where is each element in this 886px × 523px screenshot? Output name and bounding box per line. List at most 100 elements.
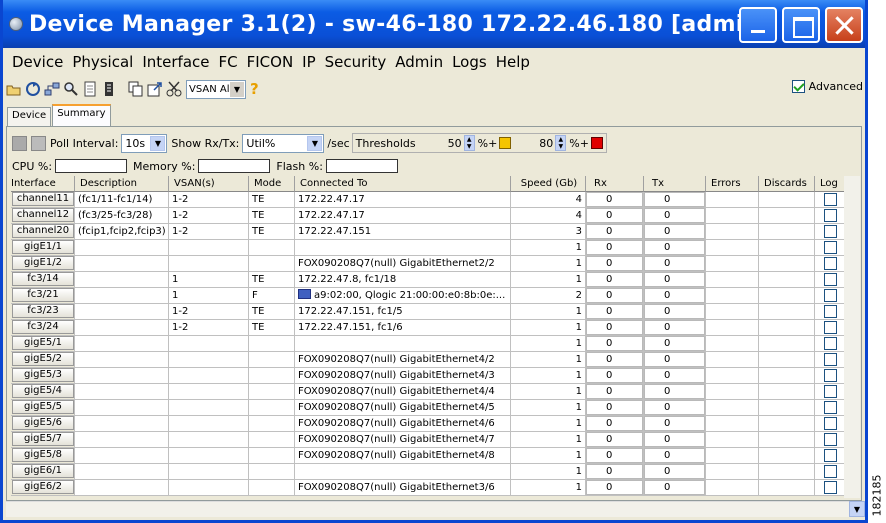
description-cell[interactable] [75, 272, 169, 288]
description-cell[interactable] [75, 416, 169, 432]
col-interface[interactable]: Interface [11, 176, 75, 192]
log-checkbox[interactable] [824, 241, 837, 254]
log-checkbox[interactable] [824, 465, 837, 478]
table-row[interactable]: fc3/23 1-2 TE 172.22.47.151, fc1/5 1 0 0 [11, 304, 847, 320]
interface-button[interactable]: gigE5/2 [12, 352, 74, 366]
description-cell[interactable] [75, 304, 169, 320]
description-cell[interactable]: (fcip1,fcip2,fcip3) [75, 224, 169, 240]
threshold1-color-swatch[interactable] [499, 137, 512, 149]
vsan-cell[interactable] [169, 448, 249, 464]
description-cell[interactable] [75, 368, 169, 384]
table-row[interactable]: channel11 (fc1/11-fc1/14) 1-2 TE 172.22.47.1… [11, 192, 847, 208]
log-checkbox[interactable] [824, 225, 837, 238]
log-checkbox[interactable] [824, 337, 837, 350]
vsan-cell[interactable]: 1-2 [169, 224, 249, 240]
tools-icon[interactable] [166, 81, 182, 97]
description-cell[interactable]: (fc1/11-fc1/14) [75, 192, 169, 208]
interface-button[interactable]: gigE6/1 [12, 464, 74, 478]
description-cell[interactable] [75, 400, 169, 416]
interface-button[interactable]: gigE5/5 [12, 400, 74, 414]
vsan-cell[interactable] [169, 336, 249, 352]
log-checkbox[interactable] [824, 257, 837, 270]
description-cell[interactable] [75, 432, 169, 448]
log-checkbox[interactable] [824, 209, 837, 222]
menu-ip[interactable]: IP [302, 53, 315, 71]
threshold2-spinner[interactable]: ▲ ▼ [555, 135, 567, 151]
table-row[interactable]: gigE5/1 1 0 0 [11, 336, 847, 352]
col-mode[interactable]: Mode [249, 176, 295, 192]
vsan-cell[interactable] [169, 384, 249, 400]
col-errors[interactable]: Errors [706, 176, 759, 192]
vsan-cell[interactable] [169, 256, 249, 272]
menu-help[interactable]: Help [496, 53, 530, 71]
col-connected-to[interactable]: Connected To [295, 176, 511, 192]
log-checkbox[interactable] [824, 369, 837, 382]
vsan-cell[interactable]: 1-2 [169, 208, 249, 224]
interface-button[interactable]: gigE5/1 [12, 336, 74, 350]
vsan-cell[interactable] [169, 416, 249, 432]
table-row[interactable]: gigE5/7 FOX090208Q7(null) GigabitEthernet… [11, 432, 847, 448]
vsan-cell[interactable] [169, 464, 249, 480]
description-cell[interactable] [75, 480, 169, 496]
table-row[interactable]: gigE1/1 1 0 0 [11, 240, 847, 256]
vsan-cell[interactable] [169, 400, 249, 416]
refresh-icon[interactable] [25, 81, 41, 97]
menu-interface[interactable]: Interface [142, 53, 209, 71]
vsan-cell[interactable]: 1-2 [169, 320, 249, 336]
log-checkbox[interactable] [824, 273, 837, 286]
vsan-cell[interactable]: 1-2 [169, 192, 249, 208]
col-vsans[interactable]: VSAN(s) [169, 176, 249, 192]
interface-button[interactable]: channel11 [12, 192, 74, 206]
table-row[interactable]: gigE5/5 FOX090208Q7(null) GigabitEthernet… [11, 400, 847, 416]
table-row[interactable]: gigE6/1 1 0 0 [11, 464, 847, 480]
maximize-button[interactable] [782, 7, 820, 43]
threshold1-spinner[interactable]: ▲ ▼ [463, 135, 475, 151]
description-cell[interactable] [75, 320, 169, 336]
col-discards[interactable]: Discards [759, 176, 815, 192]
log-checkbox[interactable] [824, 305, 837, 318]
table-row[interactable]: gigE1/2 FOX090208Q7(null) GigabitEthernet… [11, 256, 847, 272]
col-speed[interactable]: Speed (Gb) [511, 176, 586, 192]
description-cell[interactable] [75, 288, 169, 304]
title-bar[interactable]: Device Manager 3.1(2) - sw-46-180 172.22… [3, 0, 865, 48]
col-description[interactable]: Description [75, 176, 169, 192]
log-checkbox[interactable] [824, 353, 837, 366]
interface-button[interactable]: gigE1/1 [12, 240, 74, 254]
threshold2-color-swatch[interactable] [590, 137, 603, 149]
description-cell[interactable] [75, 256, 169, 272]
menu-physical[interactable]: Physical [72, 53, 133, 71]
export-icon[interactable] [147, 81, 163, 97]
interface-button[interactable]: gigE1/2 [12, 256, 74, 270]
table-row[interactable]: gigE5/8 FOX090208Q7(null) GigabitEthernet… [11, 448, 847, 464]
interface-button[interactable]: fc3/23 [12, 304, 74, 318]
log-checkbox[interactable] [824, 385, 837, 398]
interface-button[interactable]: gigE5/3 [12, 368, 74, 382]
log-checkbox[interactable] [824, 481, 837, 494]
table-row[interactable]: gigE5/4 FOX090208Q7(null) GigabitEthernet… [11, 384, 847, 400]
interface-button[interactable]: channel12 [12, 208, 74, 222]
tab-device[interactable]: Device [7, 107, 52, 126]
vsan-cell[interactable] [169, 432, 249, 448]
description-cell[interactable] [75, 240, 169, 256]
tab-summary[interactable]: Summary [52, 104, 111, 126]
vsan-cell[interactable] [169, 368, 249, 384]
horizontal-scrollbar[interactable] [6, 501, 849, 517]
pause-icon[interactable] [12, 135, 27, 151]
advanced-toggle[interactable]: Advanced [791, 80, 863, 93]
vertical-scrollbar[interactable] [844, 176, 860, 498]
interface-button[interactable]: gigE5/8 [12, 448, 74, 462]
vsan-cell[interactable] [169, 480, 249, 496]
table-row[interactable]: fc3/24 1-2 TE 172.22.47.151, fc1/6 1 0 0 [11, 320, 847, 336]
interface-button[interactable]: fc3/24 [12, 320, 74, 334]
vsan-cell[interactable]: 1-2 [169, 304, 249, 320]
interface-button[interactable]: gigE5/6 [12, 416, 74, 430]
interface-button[interactable]: gigE5/4 [12, 384, 74, 398]
table-row[interactable]: gigE5/2 FOX090208Q7(null) GigabitEthernet… [11, 352, 847, 368]
log-checkbox[interactable] [824, 321, 837, 334]
poll-interval-select[interactable]: 10s ▼ [121, 133, 168, 153]
col-rx[interactable]: Rx [586, 176, 644, 192]
scroll-down-icon[interactable]: ▼ [849, 501, 865, 517]
open-icon[interactable] [6, 81, 22, 97]
description-cell[interactable] [75, 384, 169, 400]
log-checkbox[interactable] [824, 433, 837, 446]
